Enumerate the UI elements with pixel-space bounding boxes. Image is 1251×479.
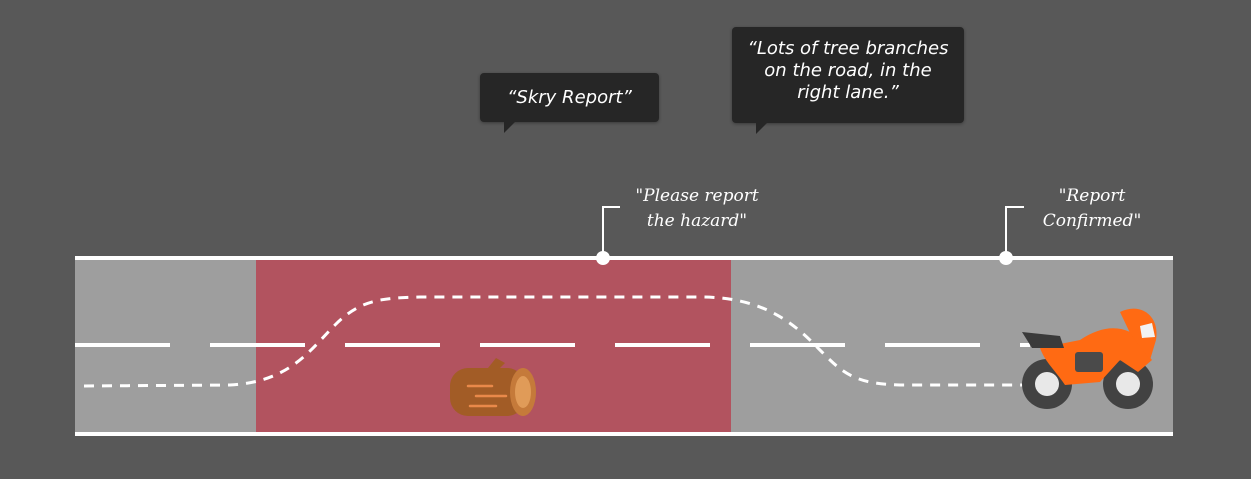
road-diagram bbox=[75, 206, 1173, 436]
callout-dot-please-report bbox=[596, 251, 610, 265]
callout-leader-please-report bbox=[602, 206, 620, 258]
callout-dot-report-confirmed bbox=[999, 251, 1013, 265]
callout-leader-report-confirmed bbox=[1005, 206, 1024, 258]
